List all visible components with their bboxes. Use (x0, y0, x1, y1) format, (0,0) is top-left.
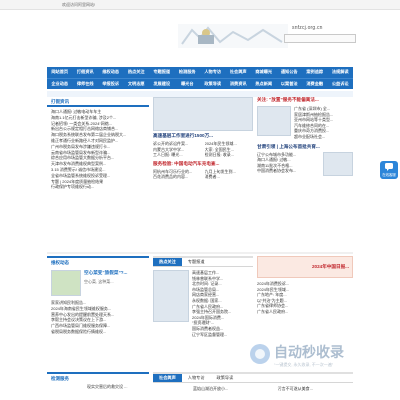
news-image[interactable] (153, 97, 253, 131)
nav-item[interactable]: 维权动态 (98, 67, 124, 78)
site-domain: snfzcj.org.cn (292, 25, 323, 31)
watermark: 自动秒收录 “一键提交, 永久收录, 不一次一遍” (248, 340, 388, 374)
news-image[interactable] (51, 270, 81, 296)
nav-item[interactable]: 网站首页 (47, 67, 73, 78)
list-item[interactable]: 广东省人民政府... (257, 309, 353, 315)
tab[interactable]: 政策导读 (211, 374, 240, 382)
news-list: 辽宁公布城市多功能... 海口人通报! 过敏... 湖南11批次不合格... 中国消费… (257, 152, 320, 176)
news-grid-secondary: 阿杭州车可乐行业的... 九月上旬发生到... 百花消费品的内容... 消费者... (153, 169, 253, 180)
nav-item[interactable]: 企业动态 (47, 79, 73, 89)
list-item[interactable]: 超市业配场社会... (294, 134, 353, 140)
list-item[interactable]: 消费者... (205, 174, 254, 180)
news-list: 广东省 (深圳市) 全... 家居津斯州抽检报告... 亚州市网站等十类型... 汽车… (294, 106, 353, 140)
top-bar: 欢迎访问阿里网站! (0, 0, 400, 10)
section-title[interactable]: 打假资讯 (47, 97, 149, 107)
list-item[interactable]: 省税局税务数据保险行情维权... (51, 329, 149, 335)
nav-item[interactable]: 专题报道 (149, 67, 175, 78)
list-item[interactable]: 中国消费者协会发布... (257, 168, 320, 174)
headline[interactable]: 高速基层工作室进行1500万... (153, 133, 253, 139)
banner-image[interactable]: 2024年中国日报... (257, 256, 353, 278)
nav-item[interactable]: 消费金融 (302, 79, 328, 89)
list-item[interactable]: 辽宁军区监督管理... (192, 332, 253, 338)
nav-item[interactable]: 社会舆声 (226, 67, 252, 78)
banner-title: 2024年中国日报... (311, 264, 349, 269)
nav-item[interactable]: 打假资讯 (73, 67, 99, 78)
nav-item[interactable]: 曝光台 (175, 79, 201, 89)
feature-title[interactable]: 空心菜变“旅假菜”?... (84, 270, 145, 276)
news-column-right: 关注: “放置”服务不能偏离法... 广东省 (深圳市) 全... 家居津斯州抽检… (257, 97, 353, 247)
section-title[interactable]: 检测服务 (47, 374, 149, 384)
tab[interactable]: 专题报道 (182, 258, 211, 266)
news-image[interactable] (257, 106, 291, 136)
nav-item[interactable]: 发展建设 (149, 79, 175, 89)
search-input[interactable] (284, 34, 356, 43)
main-nav: 网站首页 打假资讯 维权动态 热点关注 专题报道 检测服务 人物专访 社会舆声 商城曝光 通知公告… (47, 67, 353, 89)
watermark-subtitle: “一键提交, 永久收录, 不一次一遍” (274, 362, 334, 367)
news-link[interactable]: 污言不可遂从美食... (278, 386, 313, 392)
sub-headline[interactable]: 服务检验: 中国电动汽车充电查... (153, 161, 253, 167)
feature-text: 空心菜, 这种菜... (84, 279, 114, 284)
nav-row-secondary: 企业动态 律师在线 举报投诉 文明志愿 发展建设 曝光台 政策导读 消费资讯 热点新闻 以案普法消… (47, 78, 353, 89)
tab[interactable]: 社会舆声 (153, 374, 182, 382)
nav-row-primary: 网站首页 打假资讯 维权动态 热点关注 专题报道 检测服务 人物专访 社会舆声 商城曝光 通知公告… (47, 67, 353, 78)
rights-panel: 维权动态 空心菜变“旅假菜”?... 空心菜, 这种菜... 家家讲知民利报告.… (47, 256, 149, 366)
news-image[interactable] (153, 270, 189, 322)
news-link[interactable]: 蓝焰山湖泊开放小... (193, 386, 228, 392)
headline[interactable]: 关注: “放置”服务不能偏离法... (257, 97, 353, 103)
online-service-label: 在线客服 (382, 173, 396, 177)
news-column-left: 打假资讯 海口人通报! 过敏电动车车主 海南1.1亿元打击新型诈骗, 涉及2个..… (47, 97, 149, 247)
tab[interactable]: 热点关注 (153, 258, 182, 266)
voices-panel: 社会舆声 人物专访 政策导读 蓝焰山湖泊开放小... 污言不可遂从美食... (153, 372, 353, 400)
news-image[interactable] (323, 151, 353, 176)
nav-item[interactable]: 热点关注 (124, 67, 150, 78)
nav-item[interactable]: 文明志愿 (124, 79, 150, 89)
tab-bar: 社会舆声 人物专访 政策导读 (153, 374, 353, 383)
list-item[interactable]: 工人日报: 曝光... (153, 152, 202, 158)
nav-item[interactable]: 检测服务 (175, 67, 201, 78)
hot-topics-panel: 热点关注 专题报道 高速基层工作... 钱林曾联系中学... 北京时间: 记录... 市… (153, 256, 253, 366)
chat-icon (385, 163, 393, 171)
news-grid: 诉公开的诉讼件案... 2024年民生领域... 内蒙古大学中学... 大家: 全国民… (153, 141, 253, 158)
nav-item[interactable]: 人物专访 (200, 67, 226, 78)
watermark-title: 自动秒收录 (274, 344, 344, 360)
news-list: 家家讲知民利报告... 2024年海南省民生领域维权服务... 营养中心发出的提醒前… (47, 298, 149, 335)
nav-item[interactable]: 案例追踪 (302, 67, 328, 78)
divider (47, 252, 353, 254)
news-list: 2024年消费投诉... 2024年民生领域... 广东地产: 年度... 以“共治”… (257, 281, 353, 315)
online-service-button[interactable]: 在线客服 (380, 161, 398, 179)
nav-item[interactable]: 律师在线 (73, 79, 99, 89)
nav-item[interactable]: 以案普法 (277, 79, 303, 89)
site-header: snfzcj.org.cn (0, 10, 400, 66)
nav-item[interactable]: 政策导读 (200, 79, 226, 89)
nav-item[interactable]: 举报投诉 (98, 79, 124, 89)
nav-item[interactable]: 消费资讯 (226, 79, 252, 89)
news-column-middle: 高速基层工作室进行1500万... 诉公开的诉讼件案... 2024年民生领域..… (153, 97, 253, 247)
nav-item[interactable]: 商城曝光 (251, 67, 277, 78)
list-item[interactable]: 检测日报: 收录... (205, 152, 254, 158)
welcome-text: 欢迎访问阿里网站! (62, 2, 96, 7)
tab-bar: 热点关注 专题报道 (153, 258, 253, 267)
tab[interactable]: 人物专访 (182, 374, 211, 382)
site-logo[interactable] (178, 24, 288, 48)
news-list: 高速基层工作... 钱林曾联系中学... 北京时间: 记录... 市场监管总局... 网… (192, 270, 253, 337)
nav-item[interactable]: 通知公告 (277, 67, 303, 78)
news-link[interactable]: 现实灾害后的救灾设 ... (47, 384, 149, 390)
nav-item[interactable]: 法规解读 (328, 67, 354, 78)
list-item[interactable]: 行政保护专项维权行动... (51, 184, 149, 190)
section-title[interactable]: 维权动态 (47, 258, 149, 268)
testing-panel: 检测服务 现实灾害后的救灾设 ... (47, 372, 149, 400)
list-item[interactable]: 百花消费品的内容... (153, 174, 202, 180)
nav-item[interactable]: 热点新闻 (251, 79, 277, 89)
nav-item[interactable]: 公益诉讼 (328, 79, 354, 89)
headline[interactable]: 甘肃引领 | 上海公布首批共育... (257, 144, 353, 150)
news-list: 海口人通报! 过敏电动车车主 海南1.1亿元打击新型诈骗, 涉及2个... 记者招领… (47, 107, 149, 190)
